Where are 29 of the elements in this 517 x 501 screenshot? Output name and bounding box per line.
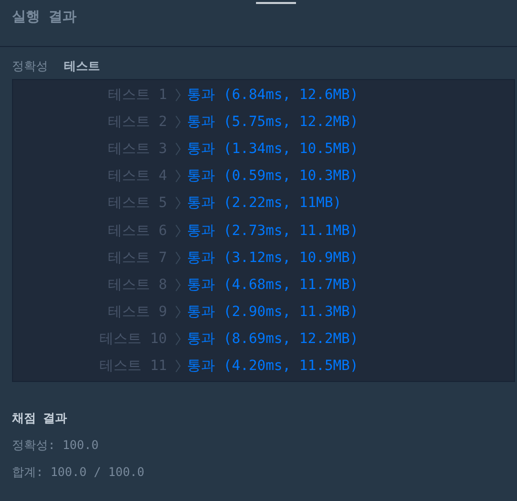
chevron-icon: [175, 224, 181, 238]
chevron-icon: [175, 278, 181, 292]
summary-line: 정확성: 100.0: [12, 437, 100, 454]
summary-line: 합계: 100.0 / 100.0: [12, 464, 146, 481]
chevron-icon: [175, 332, 181, 346]
test-result: 통과 (1.34ms, 10.5MB): [187, 140, 358, 158]
test-result: 통과 (4.20ms, 11.5MB): [187, 357, 358, 376]
test-result: 통과 (2.22ms, 11MB): [187, 194, 342, 212]
test-result: 통과 (5.75ms, 12.2MB): [187, 112, 358, 131]
chevron-icon: [175, 114, 181, 129]
chevron-icon: [175, 196, 181, 210]
tab[interactable]: 정확성: [12, 58, 48, 74]
test-result: 통과 (4.68ms, 11.7MB): [187, 276, 358, 294]
chevron-icon: [175, 169, 181, 184]
chevron-icon: [175, 250, 181, 265]
chevron-icon: [175, 142, 181, 156]
test-result: 통과 (0.59ms, 10.3MB): [187, 167, 358, 186]
summary-title: 채점 결과: [12, 410, 68, 427]
drag-handle[interactable]: [256, 2, 296, 4]
test-result: 통과 (3.12ms, 10.9MB): [187, 248, 358, 267]
test-result: 통과 (8.69ms, 12.2MB): [187, 330, 358, 348]
tab[interactable]: 테스트: [64, 58, 100, 74]
test-result: 통과 (2.73ms, 11.1MB): [187, 222, 358, 240]
panel-title: 실행 결과: [12, 9, 76, 25]
chevron-icon: [175, 359, 181, 374]
chevron-icon: [175, 305, 181, 320]
chevron-icon: [175, 88, 181, 102]
test-result: 통과 (6.84ms, 12.6MB): [187, 86, 358, 104]
test-result: 통과 (2.90ms, 11.3MB): [187, 303, 358, 322]
